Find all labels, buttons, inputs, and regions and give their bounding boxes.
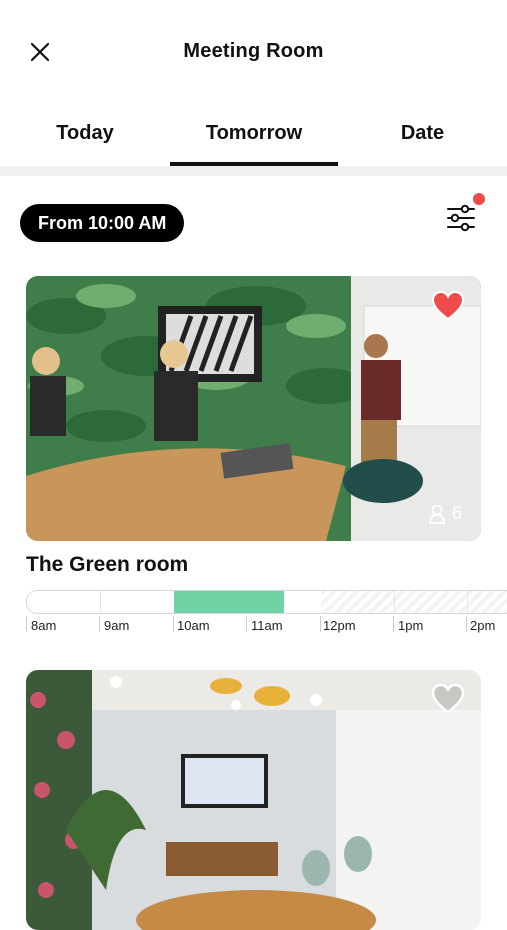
sliders-icon — [447, 204, 475, 232]
timeline-booked-segment — [174, 591, 284, 613]
availability-timeline[interactable] — [26, 590, 507, 614]
day-tabs: Today Tomorrow Date — [0, 108, 507, 166]
timeline-tick — [394, 591, 395, 613]
timeline-tick — [467, 591, 468, 613]
header: Meeting Room — [0, 0, 507, 100]
filter-button[interactable] — [444, 200, 480, 236]
hour-label: 2pm — [470, 618, 496, 633]
timeline-hour-labels: 8am 9am 10am 11am 12pm 1pm 2pm — [26, 616, 507, 636]
hour-label: 11am — [251, 618, 283, 633]
room-photo-image — [26, 276, 481, 541]
room-photo-image — [26, 670, 481, 930]
person-icon — [429, 504, 445, 524]
room-name[interactable]: The Green room — [26, 553, 188, 577]
favorite-heart-outline-icon[interactable] — [431, 683, 465, 715]
timeline-tick — [100, 591, 101, 613]
hour-label: 12pm — [323, 618, 356, 633]
hour-divider — [173, 616, 174, 632]
from-time-filter[interactable]: From 10:00 AM — [20, 204, 185, 242]
timeline-free-segment — [284, 591, 321, 613]
timeline-unavailable-segment — [321, 591, 507, 613]
capacity-count: 6 — [452, 503, 463, 523]
hour-label: 8am — [31, 618, 57, 633]
hour-label: 10am — [177, 618, 210, 633]
hour-label: 1pm — [398, 618, 424, 633]
section-divider — [0, 166, 507, 176]
page-title: Meeting Room — [183, 40, 324, 62]
tab-date[interactable]: Date — [338, 122, 507, 145]
tab-today[interactable]: Today — [0, 122, 170, 145]
hour-divider — [246, 616, 247, 632]
capacity-badge: 6 — [428, 503, 462, 524]
hour-divider — [466, 616, 467, 632]
room-photo[interactable] — [26, 276, 481, 541]
room-photo[interactable] — [26, 670, 481, 930]
hour-divider — [26, 616, 27, 632]
active-filter-dot — [473, 193, 485, 205]
hour-divider — [320, 616, 321, 632]
hour-label: 9am — [104, 618, 130, 633]
favorite-heart-icon[interactable] — [431, 290, 465, 322]
tab-tomorrow[interactable]: Tomorrow — [170, 122, 338, 145]
hour-divider — [393, 616, 394, 632]
hour-divider — [99, 616, 100, 632]
